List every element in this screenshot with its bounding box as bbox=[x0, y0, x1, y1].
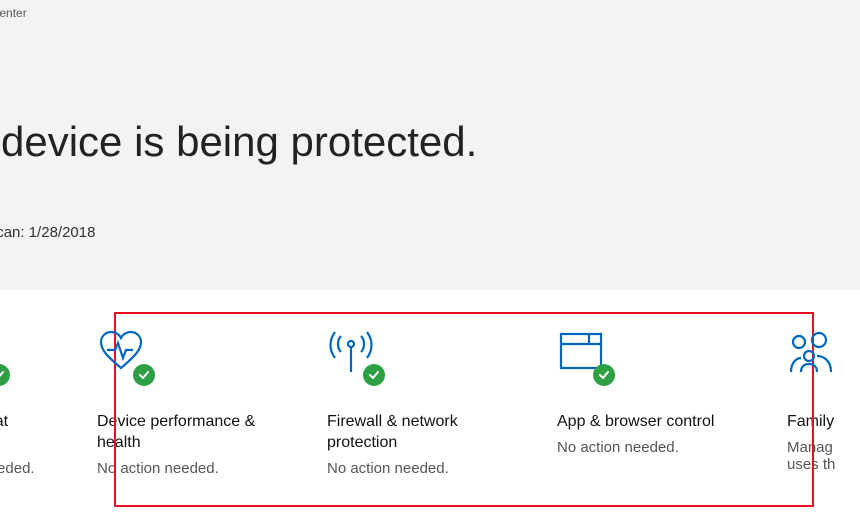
tile-firewall[interactable]: Firewall & network protection No action … bbox=[327, 328, 502, 498]
tile-app-browser[interactable]: App & browser control No action needed. bbox=[557, 328, 732, 498]
tile-title: Family bbox=[787, 412, 847, 433]
header-region: ecurity Center ur device is being protec… bbox=[0, 0, 860, 290]
tile-title: Firewall & network protection bbox=[327, 412, 502, 454]
tile-family[interactable]: Family Manag uses th bbox=[787, 328, 847, 498]
heart-pulse-icon bbox=[97, 328, 149, 380]
broadcast-icon bbox=[327, 328, 379, 380]
browser-window-icon bbox=[557, 328, 609, 380]
hero-title: ur device is being protected. bbox=[0, 118, 860, 166]
last-scan-label: ealth scan: 1/28/2018 bbox=[0, 224, 860, 241]
check-badge-icon bbox=[363, 364, 385, 386]
tile-title: Device performance & health bbox=[97, 412, 272, 454]
tile-status: No action needed. bbox=[327, 460, 502, 477]
tile-device-health[interactable]: Device performance & health No action ne… bbox=[97, 328, 272, 498]
tiles-row: & threat ction ons needed. ss Device per… bbox=[0, 290, 860, 498]
tile-title: App & browser control bbox=[557, 412, 732, 433]
tile-link[interactable]: ss bbox=[0, 481, 42, 498]
tile-status: Manag uses th bbox=[787, 439, 847, 473]
check-badge-icon bbox=[593, 364, 615, 386]
tile-virus-threat[interactable]: & threat ction ons needed. ss bbox=[0, 328, 42, 498]
check-badge-icon bbox=[133, 364, 155, 386]
family-icon bbox=[787, 328, 839, 380]
tile-status: No action needed. bbox=[557, 439, 732, 456]
app-title: ecurity Center bbox=[0, 4, 860, 20]
tile-status: No action needed. bbox=[97, 460, 272, 477]
check-badge-icon bbox=[0, 364, 10, 386]
tile-status: ons needed. bbox=[0, 460, 42, 477]
shield-icon bbox=[0, 328, 4, 380]
tile-title: & threat ction bbox=[0, 412, 42, 454]
